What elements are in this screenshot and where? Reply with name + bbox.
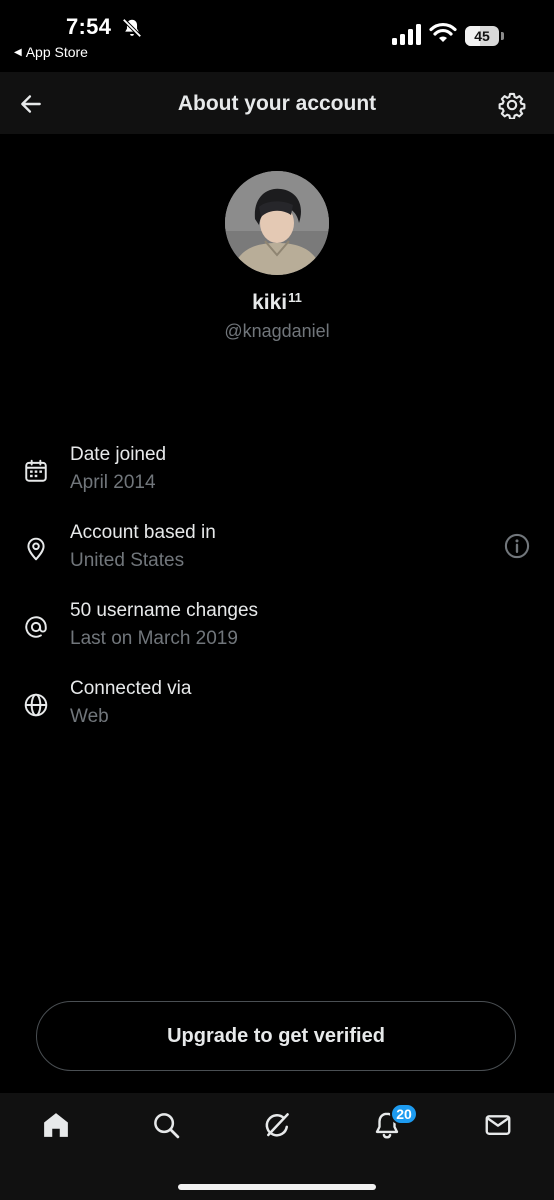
info-row-account-based-in: Account based in United States [0,522,554,586]
info-row-username-changes: 50 username changes Last on March 2019 [0,600,554,664]
search-icon[interactable] [151,1110,181,1140]
display-name-text: kiki [252,291,288,314]
info-circle-icon[interactable] [503,532,531,560]
info-label: 50 username changes [70,600,259,621]
info-label: Connected via [70,678,192,699]
display-name: kiki11 [0,290,554,315]
grok-icon[interactable] [262,1110,292,1140]
info-row-date-joined: Date joined April 2014 [0,444,554,508]
avatar-photo [225,171,329,275]
home-indicator[interactable] [178,1184,376,1190]
back-app-label: App Store [25,44,88,60]
gear-icon[interactable] [498,91,526,119]
at-sign-icon [25,616,47,638]
info-value: United States [70,550,185,571]
battery-level: 45 [474,28,490,44]
status-bar: 7:54 ◀ App Store 45 [0,0,554,68]
bell-slash-icon [122,18,142,38]
status-time: 7:54 [66,14,112,39]
battery-indicator: 45 [465,26,504,46]
info-value: April 2014 [70,472,156,493]
avatar[interactable] [225,171,329,275]
page-title: About your account [177,92,377,115]
top-app-bar: About your account [0,72,554,134]
upgrade-to-verified-button[interactable]: Upgrade to get verified [36,1001,516,1071]
info-label: Date joined [70,444,167,465]
home-icon[interactable] [41,1110,71,1140]
username-handle: @knagdaniel [224,321,330,341]
back-triangle-icon: ◀ [14,46,22,58]
cellular-signal-icon [392,24,421,45]
info-value: Web [70,706,109,727]
location-pin-icon [27,537,45,561]
messages-icon[interactable] [483,1110,513,1140]
info-value: Last on March 2019 [70,628,238,649]
notifications-badge: 20 [390,1103,418,1125]
info-label: Account based in [70,522,216,543]
globe-icon [24,693,48,717]
calendar-icon [25,459,47,482]
back-to-app-store-link[interactable]: ◀ App Store [14,44,88,60]
info-row-connected-via: Connected via Web [0,678,554,742]
wifi-icon [429,22,457,42]
display-name-superscript: 11 [288,290,302,305]
